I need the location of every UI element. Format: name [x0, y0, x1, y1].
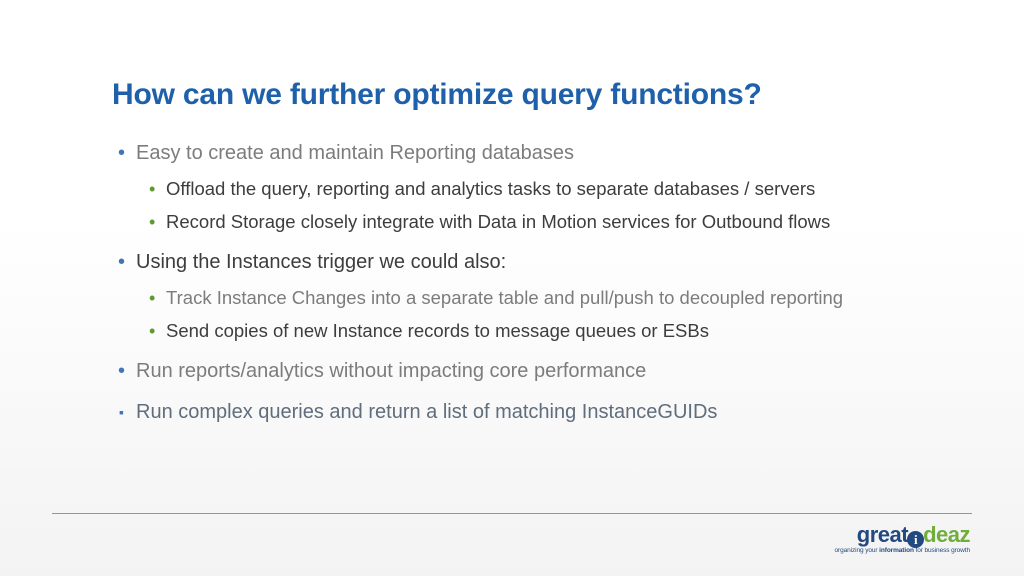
bullet-2-text: Using the Instances trigger we could als… [136, 251, 506, 273]
bullet-2-1: Track Instance Changes into a separate t… [146, 286, 912, 311]
logo-tagline: organizing your information for business… [835, 547, 970, 554]
slide: How can we further optimize query functi… [0, 0, 1024, 576]
logo-part-great: great [857, 524, 908, 546]
bullet-2-sublist: Track Instance Changes into a separate t… [146, 286, 912, 344]
bullet-1-text: Easy to create and maintain Reporting da… [136, 142, 574, 164]
bullet-2: Using the Instances trigger we could als… [114, 249, 912, 344]
logo: great i deaz organizing your information… [835, 524, 970, 554]
bullet-list: Easy to create and maintain Reporting da… [112, 140, 912, 426]
bullet-4: Run complex queries and return a list of… [114, 399, 912, 426]
footer-divider [52, 513, 972, 514]
slide-title: How can we further optimize query functi… [112, 78, 912, 112]
bullet-1: Easy to create and maintain Reporting da… [114, 140, 912, 235]
bullet-1-1: Offload the query, reporting and analyti… [146, 177, 912, 202]
tagline-post: for business growth [914, 547, 970, 554]
logo-part-deaz: deaz [923, 524, 970, 546]
logo-i-icon: i [907, 531, 924, 548]
bullet-1-2: Record Storage closely integrate with Da… [146, 210, 912, 235]
bullet-1-sublist: Offload the query, reporting and analyti… [146, 177, 912, 235]
bullet-3: Run reports/analytics without impacting … [114, 358, 912, 385]
tagline-bold: information [879, 547, 914, 554]
tagline-pre: organizing your [835, 547, 880, 554]
logo-wordmark: great i deaz [857, 524, 970, 546]
bullet-2-2: Send copies of new Instance records to m… [146, 319, 912, 344]
